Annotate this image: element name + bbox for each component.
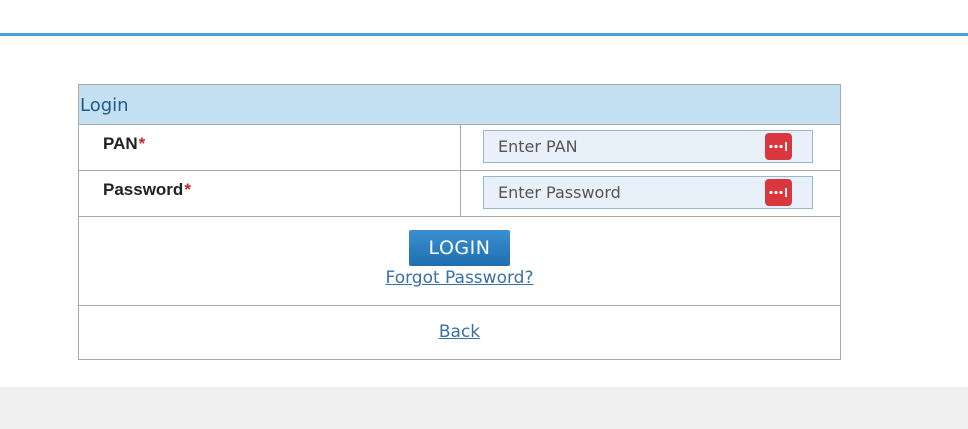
password-required-mark: *	[184, 180, 191, 199]
login-panel: Login PAN* Password* LOGIN Fo	[78, 84, 841, 360]
pan-label: PAN*	[103, 134, 145, 154]
pan-input[interactable]	[483, 130, 813, 163]
forgot-password-link: Forgot Password?	[79, 268, 840, 288]
action-row: LOGIN Forgot Password?	[79, 217, 840, 306]
pan-label-text: PAN	[103, 134, 138, 153]
password-manager-icon[interactable]	[765, 133, 792, 160]
password-manager-icon[interactable]	[765, 179, 792, 206]
top-accent-rule	[0, 33, 968, 36]
pan-required-mark: *	[138, 134, 146, 153]
panel-header: Login	[79, 85, 840, 125]
footer-band	[0, 387, 968, 429]
column-divider	[460, 125, 461, 217]
password-manager-icon-glyph	[769, 188, 787, 197]
login-button[interactable]: LOGIN	[409, 230, 510, 266]
password-manager-icon-glyph	[769, 142, 787, 151]
back-link-wrapper: Back	[79, 322, 840, 342]
password-label-text: Password	[103, 180, 184, 199]
password-input[interactable]	[483, 176, 813, 209]
back-link[interactable]: Back	[439, 322, 480, 342]
password-label: Password*	[103, 180, 191, 200]
panel-title: Login	[80, 95, 129, 116]
forgot-password-text[interactable]: Forgot Password?	[386, 268, 534, 288]
back-row: Back	[79, 306, 840, 359]
